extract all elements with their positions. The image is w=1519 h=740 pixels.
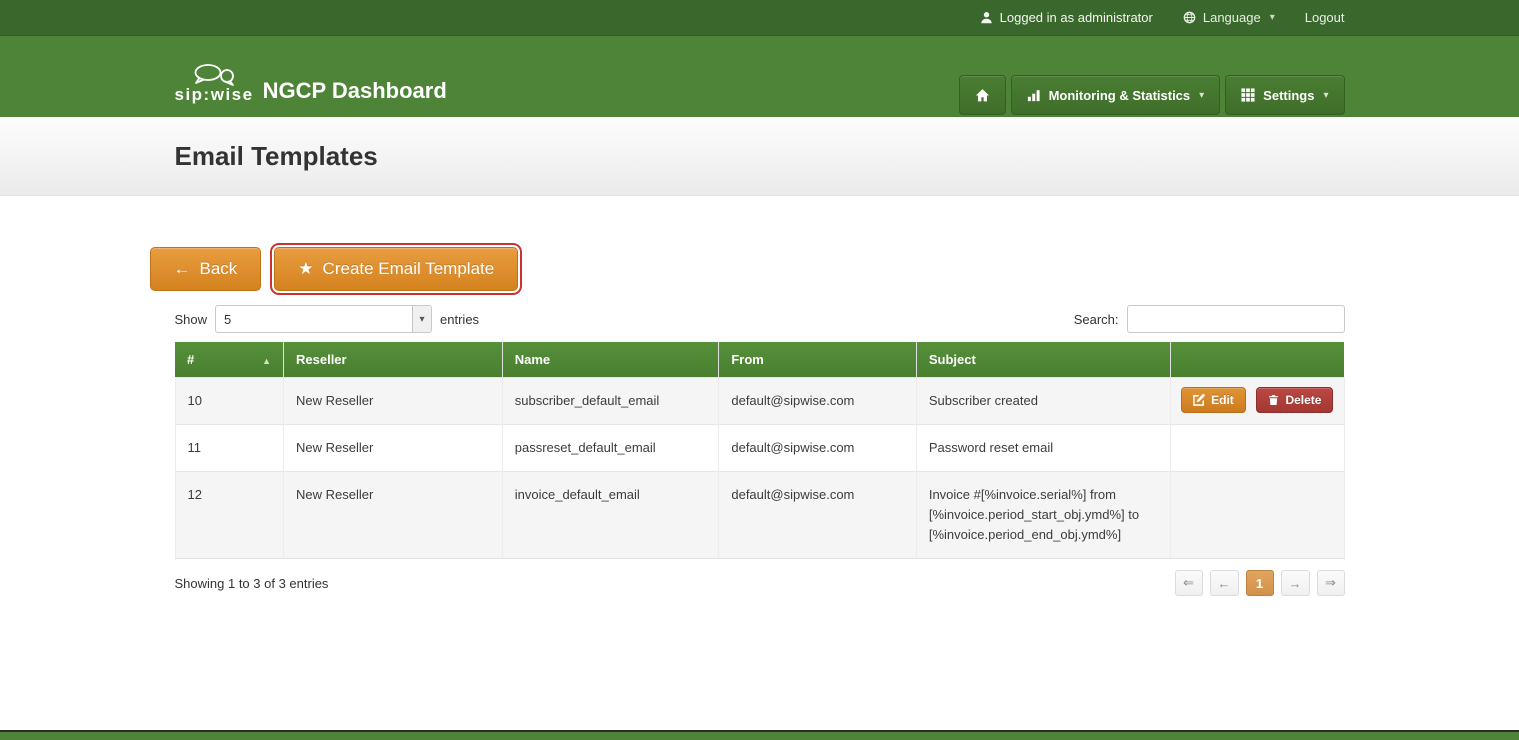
brand-logo[interactable]: sip:wise NGCP Dashboard	[175, 36, 447, 117]
page-size-select-wrap: 5 ▾	[215, 305, 432, 333]
content: ← Back ★ Create Email Template Show 5 ▾ …	[175, 196, 1345, 596]
cell-id: 11	[175, 425, 284, 472]
settings-menu[interactable]: Settings ▾	[1225, 75, 1344, 115]
cell-name: passreset_default_email	[502, 425, 719, 472]
email-templates-table: # ▲ Reseller Name From Subject 10 New Re…	[175, 342, 1345, 559]
table-row[interactable]: 11 New Reseller passreset_default_email …	[175, 425, 1344, 472]
show-label: Show	[175, 312, 208, 327]
cell-reseller: New Reseller	[284, 378, 503, 425]
grid-icon	[1241, 88, 1255, 102]
table-row[interactable]: 12 New Reseller invoice_default_email de…	[175, 472, 1344, 559]
back-button[interactable]: ← Back	[150, 247, 262, 291]
pagination-first-button[interactable]: ⇐	[1175, 570, 1203, 596]
pagination-last-button[interactable]: ⇒	[1317, 570, 1345, 596]
app-header: sip:wise NGCP Dashboard Monitoring & Sta…	[0, 36, 1519, 117]
page-title: Email Templates	[175, 141, 1345, 172]
delete-button[interactable]: Delete	[1256, 387, 1333, 413]
logged-in-text: Logged in as administrator	[1000, 10, 1153, 25]
search-input[interactable]	[1127, 305, 1345, 333]
cell-reseller: New Reseller	[284, 472, 503, 559]
edit-button-label: Edit	[1211, 393, 1234, 407]
pagination-prev-button[interactable]: ←	[1210, 570, 1239, 596]
entries-summary: Showing 1 to 3 of 3 entries	[175, 576, 329, 591]
logged-in-status: Logged in as administrator	[980, 10, 1153, 25]
column-id-label: #	[187, 352, 194, 367]
pagination-next-button[interactable]: →	[1281, 570, 1310, 596]
cell-name: invoice_default_email	[502, 472, 719, 559]
settings-label: Settings	[1263, 88, 1314, 103]
cell-subject: Invoice #[%invoice.serial%] from [%invoi…	[916, 472, 1170, 559]
chevron-down-icon: ▾	[1270, 12, 1275, 23]
cell-subject: Subscriber created	[916, 378, 1170, 425]
footer-bar	[0, 730, 1519, 740]
sipwise-bubbles-icon: sip:wise	[175, 63, 254, 102]
topbar: Logged in as administrator Language ▾ Lo…	[0, 0, 1519, 36]
table-header-row: # ▲ Reseller Name From Subject	[175, 342, 1344, 378]
language-label: Language	[1203, 10, 1261, 25]
column-header-id[interactable]: # ▲	[175, 342, 284, 378]
back-button-label: Back	[200, 259, 238, 279]
entries-label: entries	[440, 312, 479, 327]
bar-chart-icon	[1027, 88, 1041, 102]
column-header-actions	[1171, 342, 1344, 378]
cell-from: default@sipwise.com	[719, 472, 916, 559]
cell-from: default@sipwise.com	[719, 378, 916, 425]
chevron-down-icon: ▾	[1199, 90, 1204, 101]
monitoring-statistics-label: Monitoring & Statistics	[1049, 88, 1191, 103]
table-row[interactable]: 10 New Reseller subscriber_default_email…	[175, 378, 1344, 425]
column-header-from[interactable]: From	[719, 342, 916, 378]
cell-name: subscriber_default_email	[502, 378, 719, 425]
main-nav: Monitoring & Statistics ▾ Settings ▾	[959, 36, 1345, 117]
cell-subject: Password reset email	[916, 425, 1170, 472]
toolbar: ← Back ★ Create Email Template	[150, 247, 1345, 291]
logout-link[interactable]: Logout	[1305, 10, 1345, 25]
trash-icon	[1268, 394, 1279, 406]
brand-wordmark: sip:wise	[175, 88, 254, 102]
cell-actions	[1171, 472, 1344, 559]
cell-id: 10	[175, 378, 284, 425]
cell-reseller: New Reseller	[284, 425, 503, 472]
user-icon	[980, 11, 993, 24]
search-label: Search:	[1074, 312, 1119, 327]
table-footer: Showing 1 to 3 of 3 entries ⇐ ← 1 → ⇒	[175, 570, 1345, 596]
cell-actions	[1171, 425, 1344, 472]
product-title: NGCP Dashboard	[263, 80, 447, 102]
home-icon	[975, 88, 990, 103]
column-header-reseller[interactable]: Reseller	[284, 342, 503, 378]
create-button-label: Create Email Template	[323, 259, 495, 279]
column-header-subject[interactable]: Subject	[916, 342, 1170, 378]
arrow-left-icon: ←	[174, 259, 191, 279]
globe-icon	[1183, 11, 1196, 24]
edit-button[interactable]: Edit	[1181, 387, 1246, 413]
delete-button-label: Delete	[1285, 393, 1321, 407]
home-button[interactable]	[959, 75, 1006, 115]
column-header-name[interactable]: Name	[502, 342, 719, 378]
star-icon: ★	[298, 259, 313, 279]
table-controls: Show 5 ▾ entries Search:	[175, 305, 1345, 333]
cell-id: 12	[175, 472, 284, 559]
language-menu[interactable]: Language ▾	[1183, 10, 1275, 25]
pagination-page-1-button[interactable]: 1	[1246, 570, 1274, 596]
monitoring-statistics-menu[interactable]: Monitoring & Statistics ▾	[1011, 75, 1221, 115]
pagination: ⇐ ← 1 → ⇒	[1175, 570, 1345, 596]
edit-icon	[1193, 394, 1205, 406]
page-size-select[interactable]: 5	[215, 305, 432, 333]
create-email-template-button[interactable]: ★ Create Email Template	[274, 247, 518, 291]
cell-actions: Edit Delete	[1171, 378, 1344, 425]
page: Logged in as administrator Language ▾ Lo…	[0, 0, 1519, 740]
page-title-bar: Email Templates	[0, 117, 1519, 196]
sort-asc-icon: ▲	[262, 356, 271, 366]
chevron-down-icon: ▾	[1323, 90, 1328, 101]
cell-from: default@sipwise.com	[719, 425, 916, 472]
